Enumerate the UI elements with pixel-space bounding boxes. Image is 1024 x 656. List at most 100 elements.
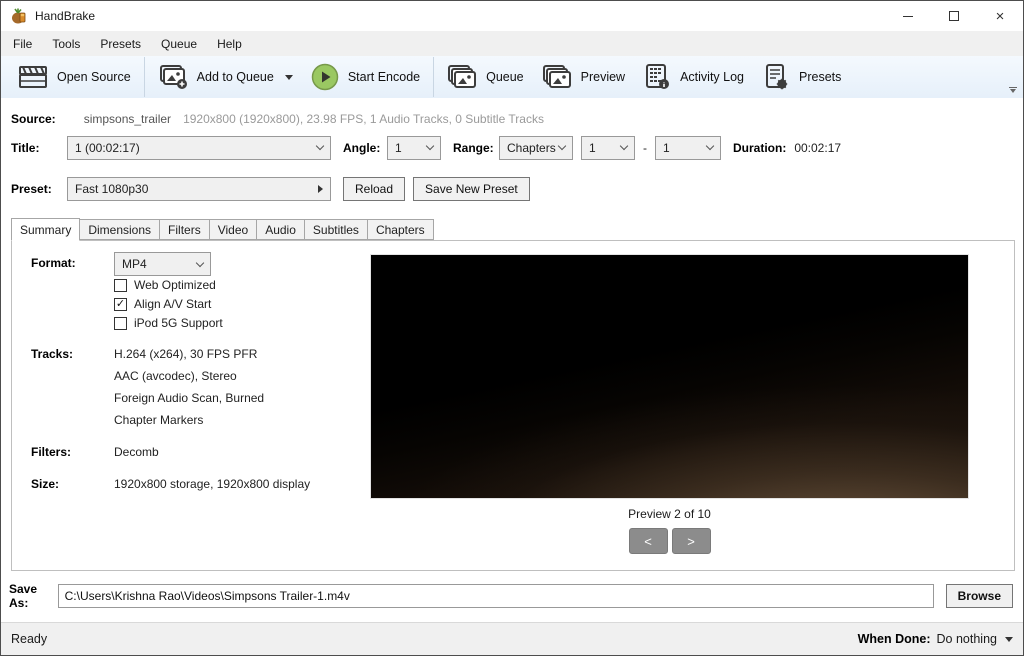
track-line: Chapter Markers (114, 413, 203, 427)
open-source-label: Open Source (57, 70, 131, 84)
film-clapper-icon (18, 64, 48, 90)
menu-help[interactable]: Help (207, 33, 252, 55)
title-label: Title: (11, 141, 67, 155)
when-done-dropdown[interactable]: When Done: Do nothing (858, 632, 1013, 646)
range-label: Range: (453, 141, 499, 155)
source-label: Source: (11, 112, 56, 126)
tab-summary[interactable]: Summary (11, 218, 80, 241)
checkbox-icon: ✓ (114, 317, 127, 330)
queue-label: Queue (486, 70, 524, 84)
save-as-row: Save As: Browse (9, 583, 1013, 608)
when-done-label: When Done: (858, 632, 931, 646)
checkbox-icon: ✓ (114, 279, 127, 292)
toolbar: Open Source Add to Queue Start Encode (1, 56, 1023, 98)
range-start-select[interactable]: 1 (581, 136, 635, 160)
status-bar: Ready When Done: Do nothing (1, 622, 1023, 655)
preset-select[interactable]: Fast 1080p30 (67, 177, 331, 201)
preview-button[interactable]: Preview (533, 60, 634, 94)
tab-dimensions[interactable]: Dimensions (80, 219, 160, 240)
menu-presets[interactable]: Presets (90, 33, 151, 55)
tab-filters[interactable]: Filters (160, 219, 210, 240)
start-encode-button[interactable]: Start Encode (302, 59, 429, 95)
when-done-value: Do nothing (937, 632, 997, 646)
queue-button[interactable]: Queue (438, 60, 533, 94)
close-button[interactable]: × (977, 1, 1023, 31)
angle-select[interactable]: 1 (387, 136, 441, 160)
tab-video[interactable]: Video (210, 219, 257, 240)
preview-prev-button[interactable]: < (629, 528, 668, 554)
duration-value: 00:02:17 (794, 141, 841, 155)
preview-image (371, 255, 968, 498)
handbrake-logo-icon (10, 7, 28, 25)
preset-label: Preset: (11, 182, 67, 196)
tab-chapters[interactable]: Chapters (368, 219, 434, 240)
close-icon: × (996, 9, 1005, 24)
chevron-down-icon (196, 258, 204, 266)
source-row: Source: simpsons_trailer 1920x800 (1920x… (11, 110, 1013, 128)
preview-label: Preview (581, 70, 625, 84)
range-separator: - (643, 141, 647, 155)
tab-subtitles[interactable]: Subtitles (305, 219, 368, 240)
activity-log-icon (643, 63, 671, 91)
align-av-start-checkbox[interactable]: ✓ Align A/V Start (114, 297, 211, 311)
menu-tools[interactable]: Tools (42, 33, 90, 55)
checkbox-checked-icon: ✓ (114, 298, 127, 311)
track-line: H.264 (x264), 30 FPS PFR (114, 347, 257, 361)
add-to-queue-label: Add to Queue (197, 70, 274, 84)
preview-nav: < > (371, 528, 968, 554)
title-bar: HandBrake × (1, 1, 1023, 31)
filters-value: Decomb (114, 445, 159, 459)
toolbar-separator (144, 57, 145, 97)
preset-row: Preset: Fast 1080p30 Reload Save New Pre… (11, 176, 1013, 201)
menu-file[interactable]: File (3, 33, 42, 55)
save-new-preset-button[interactable]: Save New Preset (413, 177, 530, 201)
window-title: HandBrake (35, 9, 95, 23)
maximize-icon (949, 11, 959, 21)
preview-next-button[interactable]: > (672, 528, 711, 554)
maximize-button[interactable] (931, 1, 977, 31)
menu-bar: File Tools Presets Queue Help (1, 31, 1023, 56)
toolbar-overflow-button[interactable] (1008, 87, 1018, 93)
tracks-label: Tracks: (31, 347, 73, 361)
reload-button[interactable]: Reload (343, 177, 405, 201)
chevron-right-icon (318, 185, 323, 193)
save-as-input[interactable] (58, 584, 934, 608)
range-type-select[interactable]: Chapters (499, 136, 573, 160)
chevron-down-icon (1005, 637, 1013, 642)
track-line: Foreign Audio Scan, Burned (114, 391, 264, 405)
ipod-5g-support-checkbox[interactable]: ✓ iPod 5G Support (114, 316, 223, 330)
chevron-down-icon (426, 142, 434, 150)
tab-bar: Summary Dimensions Filters Video Audio S… (11, 218, 434, 240)
presets-label: Presets (799, 70, 841, 84)
chevron-down-icon (558, 142, 566, 150)
format-select[interactable]: MP4 (114, 252, 211, 276)
open-source-button[interactable]: Open Source (9, 60, 140, 94)
chevron-down-icon (620, 142, 628, 150)
handbrake-window: HandBrake × File Tools Presets Queue Hel… (0, 0, 1024, 656)
range-end-select[interactable]: 1 (655, 136, 721, 160)
activity-log-button[interactable]: Activity Log (634, 59, 753, 95)
duration-label: Duration: (733, 141, 786, 155)
source-details: 1920x800 (1920x800), 23.98 FPS, 1 Audio … (183, 112, 544, 126)
browse-button[interactable]: Browse (946, 584, 1013, 608)
activity-log-label: Activity Log (680, 70, 744, 84)
format-label: Format: (31, 256, 76, 270)
status-text: Ready (11, 632, 47, 646)
presets-button[interactable]: Presets (753, 59, 850, 95)
preview-icon (542, 64, 572, 90)
minimize-button[interactable] (885, 1, 931, 31)
menu-queue[interactable]: Queue (151, 33, 207, 55)
add-to-queue-button[interactable]: Add to Queue (149, 60, 302, 94)
title-select[interactable]: 1 (00:02:17) (67, 136, 331, 160)
size-label: Size: (31, 477, 59, 491)
queue-icon (447, 64, 477, 90)
web-optimized-checkbox[interactable]: ✓ Web Optimized (114, 278, 216, 292)
toolbar-separator (433, 57, 434, 97)
start-encode-play-icon (311, 63, 339, 91)
tab-audio[interactable]: Audio (257, 219, 305, 240)
save-as-label: Save As: (9, 582, 46, 610)
start-encode-label: Start Encode (348, 70, 420, 84)
chevron-down-icon (285, 75, 293, 80)
add-to-queue-icon (158, 64, 188, 90)
filters-label: Filters: (31, 445, 71, 459)
